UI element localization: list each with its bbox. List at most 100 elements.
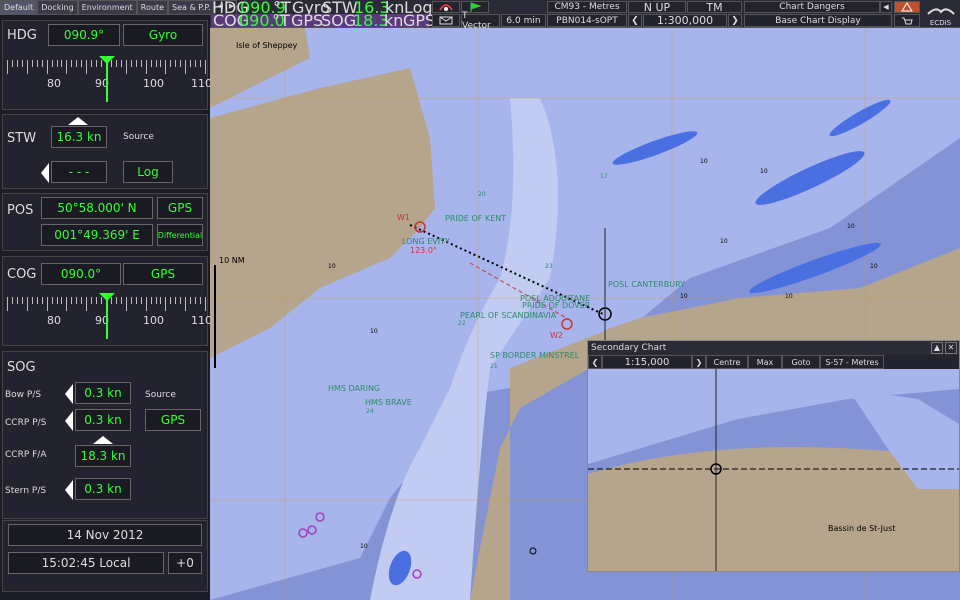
secondary-chart-title: Secondary Chart [591, 343, 667, 353]
dangers-arrow-button[interactable]: ◀ [880, 1, 892, 13]
scale-tick [130, 297, 132, 304]
scale-tick [125, 297, 127, 311]
scale-decrease-button[interactable]: ❮ [628, 14, 642, 27]
scale-tick [195, 297, 197, 304]
hdg-panel-source[interactable]: Gyro [123, 24, 203, 46]
scale-tick [31, 60, 33, 67]
scale-tick [160, 297, 162, 304]
goto-button[interactable]: Goto [782, 355, 820, 369]
chart-cell[interactable]: PBN014-sOPT [547, 14, 627, 27]
scale-tick [155, 297, 157, 304]
cog-panel-value: 090.0° [41, 263, 121, 285]
scale-pointer-line [106, 62, 108, 102]
depth-label: 10 [720, 238, 728, 245]
scale-tick [96, 60, 98, 67]
scale-tick [16, 297, 18, 304]
scale-tick [170, 60, 172, 67]
stw-source-button[interactable]: Log [123, 161, 173, 183]
centre-button[interactable]: Centre [706, 355, 748, 369]
scale-tick [180, 60, 182, 67]
cog-panel-source[interactable]: GPS [123, 263, 203, 285]
chevron-right-icon: ❯ [695, 357, 703, 367]
scale-tick [21, 60, 23, 67]
scale-tick [76, 297, 78, 304]
chart-scale[interactable]: 1:300,000 [643, 14, 727, 27]
label-long-evity: LONG EVITY [402, 237, 450, 246]
tab-environment[interactable]: Environment [77, 0, 137, 15]
secondary-units[interactable]: S-57 - Metres [820, 355, 884, 369]
cog-tape: 80 90 100 110 [7, 293, 212, 343]
latitude-source[interactable]: GPS [157, 197, 203, 219]
chart-units[interactable]: CM93 - Metres [547, 1, 627, 13]
label-pearl-scandinavia: PEARL OF SCANDINAVIA [460, 311, 557, 320]
cart-button[interactable] [894, 14, 920, 27]
hdg-section: HDG 090.9° Gyro 80 90 100 110 [2, 20, 212, 110]
timezone-offset[interactable]: +0 [168, 552, 202, 574]
chevron-left-icon: ❮ [631, 15, 639, 26]
bow-label: Bow P/S [5, 390, 42, 400]
sec-place-label: Bassin de St-Just [828, 524, 895, 533]
pos-panel-label: POS [7, 203, 34, 218]
scale-tick [175, 60, 177, 67]
depth-label: 10 [847, 223, 855, 230]
sec-scale[interactable]: 1:15,000 [602, 355, 692, 369]
tab-default[interactable]: Default [0, 0, 38, 15]
alarm-horn-button[interactable] [432, 1, 460, 13]
scale-tick [36, 60, 38, 67]
label-scale-10nm: 10 NM [219, 256, 245, 265]
tvector-label: T Vector [461, 11, 500, 31]
tvector-value[interactable]: 6.0 min [501, 14, 546, 27]
scale-tick [91, 297, 93, 304]
hdg-panel-value: 090.9° [48, 24, 120, 46]
scale-tick [46, 60, 48, 74]
close-button[interactable]: ✕ [945, 342, 957, 354]
scale-tick [51, 60, 53, 67]
scale-tick [86, 297, 88, 311]
warning-button[interactable] [894, 1, 920, 13]
ccrp-fa-label: CCRP F/A [5, 450, 47, 460]
maximize-button[interactable]: ▲ [931, 342, 943, 354]
scale-tick [145, 60, 147, 74]
label-hms-daring: HMS DARING [328, 384, 380, 393]
scale-tick [56, 60, 58, 67]
label-hms-brave: HMS BRAVE [365, 398, 412, 407]
scale-number: 100 [143, 314, 164, 327]
time-display: 15:02:45 Local [8, 552, 164, 574]
chart-dangers-select[interactable]: Chart Dangers [744, 1, 880, 13]
longitude-source[interactable]: Differential [157, 224, 203, 246]
close-icon: ✕ [947, 343, 955, 352]
motion-button[interactable]: TM [687, 1, 742, 14]
scale-tick [185, 297, 187, 311]
tab-route[interactable]: Route [136, 0, 169, 15]
date-display: 14 Nov 2012 [8, 524, 202, 546]
triangle-up-icon [93, 436, 113, 444]
depth-label: 10 [370, 328, 378, 335]
ccrp-ps-label: CCRP P/S [5, 418, 47, 428]
scale-tick [135, 60, 137, 67]
sog-source-button[interactable]: GPS [145, 409, 201, 431]
scale-pointer-line [106, 299, 108, 339]
pos-section: POS 50°58.000' N GPS 001°49.369' E Diffe… [2, 193, 208, 251]
triangle-left-icon: ◀ [883, 3, 889, 11]
scale-increase-button[interactable]: ❯ [728, 14, 742, 27]
depth-label: 24 [366, 408, 374, 415]
stw-panel-value: 16.3 kn [51, 126, 107, 148]
message-button[interactable] [432, 14, 460, 27]
triangle-left-icon[interactable] [41, 163, 49, 183]
depth-label: 10 [785, 293, 793, 300]
tab-docking[interactable]: Docking [37, 0, 78, 15]
label-posl-canterbury: POSL CANTERBURY [608, 280, 685, 289]
stern-label: Stern P/S [5, 486, 47, 496]
base-chart-display[interactable]: Base Chart Display [744, 14, 892, 27]
orientation-button[interactable]: N UP [628, 1, 686, 14]
scale-tick [165, 60, 167, 74]
sec-scale-increase-button[interactable]: ❯ [692, 355, 706, 369]
sog-panel-label: SOG [7, 360, 36, 375]
basket-icon [902, 17, 913, 24]
tab-sea-pp[interactable]: Sea & P.P. [168, 0, 215, 15]
sec-scale-decrease-button[interactable]: ❮ [588, 355, 602, 369]
scale-tick [71, 297, 73, 304]
max-button[interactable]: Max [748, 355, 782, 369]
panel-tabs: Default Docking Environment Route Sea & … [0, 0, 238, 15]
secondary-chart-map[interactable]: Bassin de St-Just [588, 369, 959, 571]
